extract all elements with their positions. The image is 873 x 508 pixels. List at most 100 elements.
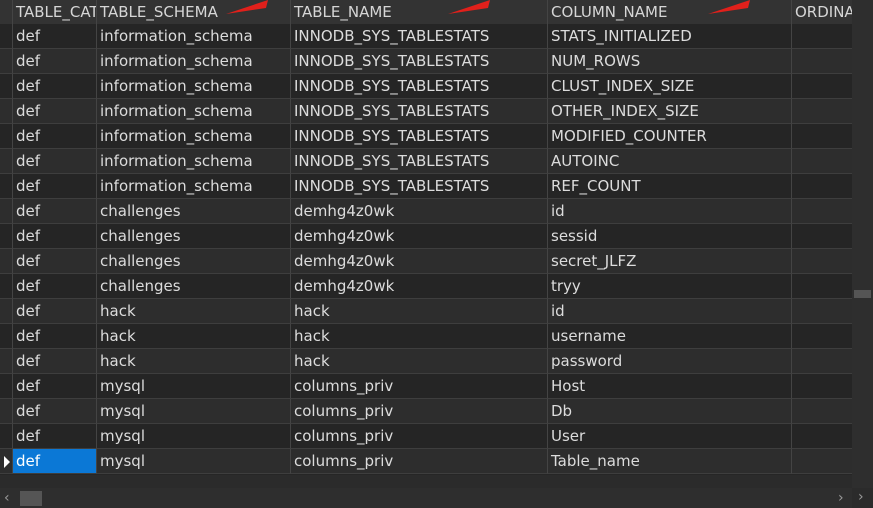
table-row[interactable]: def challenges demhg4z0wk tryy — [0, 274, 852, 299]
cell-table-cat[interactable]: def — [13, 24, 97, 49]
cell-table-cat[interactable]: def — [13, 249, 97, 274]
scroll-right-icon[interactable]: › — [838, 491, 844, 505]
cell-column-name[interactable]: password — [548, 349, 792, 374]
cell-table-schema[interactable]: hack — [97, 349, 291, 374]
cell-table-name[interactable]: INNODB_SYS_TABLESTATS — [291, 149, 548, 174]
row-marker[interactable] — [0, 74, 13, 99]
cell-table-cat[interactable]: def — [13, 199, 97, 224]
cell-table-schema[interactable]: challenges — [97, 249, 291, 274]
cell-table-schema[interactable]: information_schema — [97, 124, 291, 149]
cell-ordinal[interactable] — [792, 49, 852, 74]
cell-table-schema[interactable]: information_schema — [97, 49, 291, 74]
cell-table-cat[interactable]: def — [13, 99, 97, 124]
cell-ordinal[interactable] — [792, 149, 852, 174]
cell-column-name[interactable]: tryy — [548, 274, 792, 299]
cell-table-schema[interactable]: hack — [97, 299, 291, 324]
cell-table-name[interactable]: columns_priv — [291, 374, 548, 399]
cell-ordinal[interactable] — [792, 224, 852, 249]
cell-table-cat[interactable]: def — [13, 324, 97, 349]
cell-table-schema[interactable]: information_schema — [97, 24, 291, 49]
cell-ordinal[interactable] — [792, 324, 852, 349]
cell-column-name[interactable]: REF_COUNT — [548, 174, 792, 199]
table-row[interactable]: def hack hack username — [0, 324, 852, 349]
cell-ordinal[interactable] — [792, 249, 852, 274]
cell-ordinal[interactable] — [792, 24, 852, 49]
column-header-table-name[interactable]: TABLE_NAME — [291, 0, 548, 24]
cell-column-name[interactable]: MODIFIED_COUNTER — [548, 124, 792, 149]
table-row[interactable]: def mysql columns_priv Db — [0, 399, 852, 424]
cell-table-schema[interactable]: hack — [97, 324, 291, 349]
cell-table-name[interactable]: columns_priv — [291, 449, 548, 474]
cell-table-name[interactable]: demhg4z0wk — [291, 199, 548, 224]
cell-ordinal[interactable] — [792, 424, 852, 449]
cell-table-name[interactable]: columns_priv — [291, 399, 548, 424]
horizontal-scroll-thumb[interactable] — [20, 491, 42, 506]
cell-table-schema[interactable]: information_schema — [97, 174, 291, 199]
cell-column-name[interactable]: User — [548, 424, 792, 449]
cell-table-schema[interactable]: mysql — [97, 449, 291, 474]
cell-ordinal[interactable] — [792, 274, 852, 299]
cell-table-cat[interactable]: def — [13, 74, 97, 99]
table-row[interactable]: def information_schema INNODB_SYS_TABLESTA… — [0, 174, 852, 199]
table-row[interactable]: def information_schema INNODB_SYS_TABLESTA… — [0, 24, 852, 49]
row-marker[interactable] — [0, 224, 13, 249]
table-row[interactable]: def mysql columns_priv Table_name — [0, 449, 852, 474]
cell-table-schema[interactable]: information_schema — [97, 149, 291, 174]
row-marker[interactable] — [0, 374, 13, 399]
cell-column-name[interactable]: NUM_ROWS — [548, 49, 792, 74]
row-marker[interactable] — [0, 124, 13, 149]
cell-table-name[interactable]: hack — [291, 349, 548, 374]
cell-table-cat[interactable]: def — [13, 399, 97, 424]
cell-column-name[interactable]: CLUST_INDEX_SIZE — [548, 74, 792, 99]
row-marker[interactable] — [0, 249, 13, 274]
table-row[interactable]: def information_schema INNODB_SYS_TABLESTA… — [0, 149, 852, 174]
cell-table-schema[interactable]: information_schema — [97, 99, 291, 124]
row-marker[interactable] — [0, 424, 13, 449]
table-row[interactable]: def information_schema INNODB_SYS_TABLESTA… — [0, 99, 852, 124]
cell-column-name[interactable]: id — [548, 199, 792, 224]
cell-table-schema[interactable]: information_schema — [97, 74, 291, 99]
row-marker[interactable] — [0, 299, 13, 324]
cell-ordinal[interactable] — [792, 449, 852, 474]
table-row[interactable]: def challenges demhg4z0wk id — [0, 199, 852, 224]
cell-table-schema[interactable]: challenges — [97, 199, 291, 224]
table-row[interactable]: def challenges demhg4z0wk sessid — [0, 224, 852, 249]
cell-column-name[interactable]: Db — [548, 399, 792, 424]
cell-column-name[interactable]: Host — [548, 374, 792, 399]
cell-ordinal[interactable] — [792, 374, 852, 399]
column-header-ordinal[interactable]: ORDINA — [792, 0, 852, 24]
cell-table-name[interactable]: hack — [291, 324, 548, 349]
cell-table-cat[interactable]: def — [13, 274, 97, 299]
row-marker[interactable] — [0, 49, 13, 74]
cell-table-cat[interactable]: def — [13, 349, 97, 374]
cell-table-name[interactable]: INNODB_SYS_TABLESTATS — [291, 74, 548, 99]
cell-ordinal[interactable] — [792, 299, 852, 324]
row-marker[interactable] — [0, 324, 13, 349]
cell-column-name[interactable]: sessid — [548, 224, 792, 249]
table-row[interactable]: def information_schema INNODB_SYS_TABLESTA… — [0, 49, 852, 74]
cell-table-cat[interactable]: def — [13, 124, 97, 149]
table-row[interactable]: def challenges demhg4z0wk secret_JLFZ — [0, 249, 852, 274]
cell-table-schema[interactable]: mysql — [97, 424, 291, 449]
cell-column-name[interactable]: OTHER_INDEX_SIZE — [548, 99, 792, 124]
cell-table-cat[interactable]: def — [13, 174, 97, 199]
cell-column-name[interactable]: id — [548, 299, 792, 324]
cell-table-cat[interactable]: def — [13, 224, 97, 249]
cell-ordinal[interactable] — [792, 99, 852, 124]
horizontal-scrollbar[interactable]: ‹ › — [0, 488, 852, 508]
table-row[interactable]: def hack hack password — [0, 349, 852, 374]
cell-table-schema[interactable]: challenges — [97, 274, 291, 299]
row-marker[interactable] — [0, 349, 13, 374]
cell-ordinal[interactable] — [792, 349, 852, 374]
cell-column-name[interactable]: AUTOINC — [548, 149, 792, 174]
cell-table-name[interactable]: demhg4z0wk — [291, 224, 548, 249]
cell-ordinal[interactable] — [792, 174, 852, 199]
cell-table-cat[interactable]: def — [13, 424, 97, 449]
cell-table-name[interactable]: demhg4z0wk — [291, 249, 548, 274]
cell-table-name[interactable]: INNODB_SYS_TABLESTATS — [291, 49, 548, 74]
scroll-right-icon[interactable]: › — [858, 490, 864, 504]
scroll-left-icon[interactable]: ‹ — [4, 491, 10, 505]
cell-table-schema[interactable]: challenges — [97, 224, 291, 249]
cell-table-name[interactable]: INNODB_SYS_TABLESTATS — [291, 24, 548, 49]
result-grid[interactable]: TABLE_CAT TABLE_SCHEMA TABLE_NAME COLUMN… — [0, 0, 852, 475]
